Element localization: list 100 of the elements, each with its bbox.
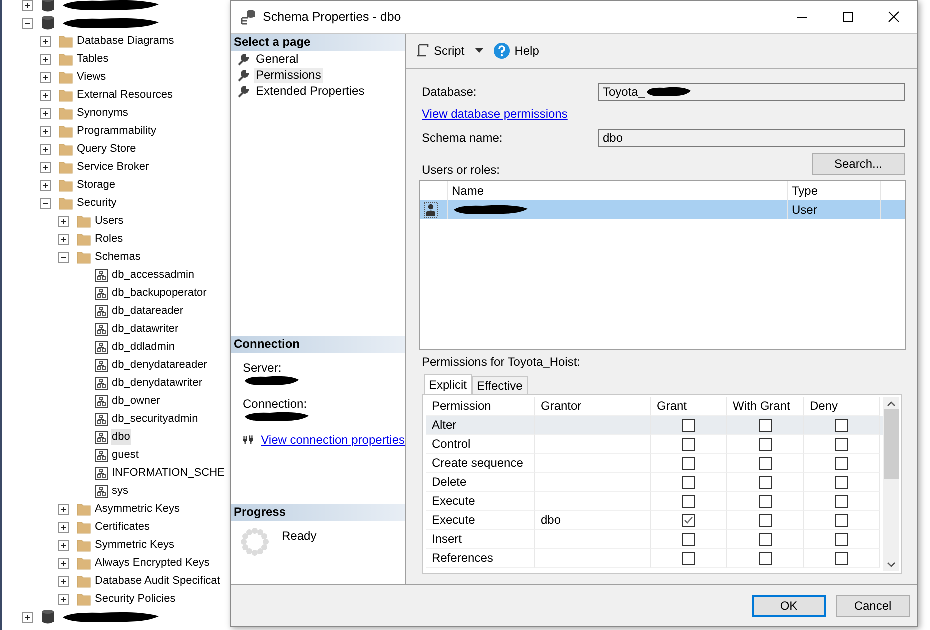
tree-item[interactable]: Programmability [76,123,158,139]
tree-item[interactable]: External Resources [76,87,174,103]
expand-icon[interactable] [40,126,51,136]
permission-row[interactable]: Execute dbo [426,511,883,530]
expand-icon[interactable] [58,504,69,514]
expand-icon[interactable] [58,594,69,604]
tree-item[interactable]: Asymmetric Keys [94,501,181,517]
checkbox[interactable] [835,532,848,546]
tree-item[interactable]: Roles [94,231,124,247]
expand-icon[interactable] [40,108,51,118]
checkbox[interactable] [682,456,695,470]
permissions-link[interactable]: View database permissions [422,106,568,122]
page-item[interactable]: Extended Properties [254,84,367,98]
expand-icon[interactable] [40,36,51,46]
connection-link[interactable]: View connection properties [261,433,405,447]
expand-icon[interactable] [22,612,33,622]
permission-row[interactable]: References [426,549,883,568]
tree-item[interactable]: db_datareader [111,303,185,319]
checkbox[interactable] [835,494,848,508]
checkbox[interactable] [682,418,695,432]
dropdown-arrow-icon[interactable] [474,48,484,54]
checkbox[interactable] [758,418,772,432]
tree-item[interactable]: Storage [76,177,117,193]
user-row[interactable]: User [420,200,905,219]
expand-icon[interactable] [58,216,69,226]
tree-item[interactable]: db_owner [111,393,162,409]
checkbox[interactable] [682,494,695,508]
tree-item[interactable]: Users [94,213,125,229]
expand-icon[interactable] [58,558,69,568]
permission-row[interactable]: Execute [426,492,883,511]
expand-icon[interactable] [22,0,33,10]
expand-icon[interactable] [40,162,51,172]
expand-icon[interactable] [58,540,69,550]
checkbox[interactable] [835,476,848,488]
checkbox[interactable] [758,438,772,450]
checkbox[interactable] [758,552,772,564]
tree-item[interactable]: db_datawriter [111,321,180,337]
scroll-down-icon[interactable] [886,562,896,568]
tree-item[interactable]: Security Policies [94,591,177,607]
permission-row[interactable]: Control [426,435,883,454]
tree-item[interactable]: INFORMATION_SCHE [111,465,226,481]
tree-item[interactable]: Certificates [94,519,152,535]
checkbox[interactable] [682,514,695,526]
tree-item[interactable]: db_ddladmin [111,339,176,355]
tree-item[interactable]: Synonyms [76,105,130,121]
tree-item[interactable]: Database Diagrams [76,33,176,49]
expand-icon[interactable] [58,576,69,586]
expand-icon[interactable] [40,90,51,100]
checkbox[interactable] [758,532,772,546]
checkbox[interactable] [835,514,848,526]
tab[interactable]: Explicit [424,374,472,394]
expand-icon[interactable] [40,144,51,154]
tab[interactable]: Effective [472,376,528,394]
tree-item[interactable]: db_denydatareader [111,357,208,373]
permission-row[interactable]: Create sequence [426,454,883,473]
checkbox[interactable] [835,552,848,564]
checkbox[interactable] [835,456,848,470]
tree-item[interactable]: Symmetric Keys [94,537,176,553]
tree-item[interactable]: sys [111,483,130,499]
dialog-button[interactable]: Cancel [836,594,910,616]
schema-name-field[interactable]: dbo [598,129,905,147]
checkbox[interactable] [682,532,695,546]
tree-item[interactable]: db_securityadmin [111,411,200,427]
tree-item[interactable]: db_denydatawriter [111,375,204,391]
checkbox[interactable] [758,494,772,508]
collapse-icon[interactable] [40,198,51,208]
tree-item[interactable]: Views [76,69,108,85]
checkbox[interactable] [758,476,772,488]
tree-item[interactable]: Schemas [94,249,142,265]
tree-item[interactable]: Service Broker [76,159,150,175]
page-item[interactable]: General [254,52,301,66]
checkbox[interactable] [835,438,848,450]
checkbox[interactable] [682,476,695,488]
tree-item[interactable]: Always Encrypted Keys [94,555,211,571]
help-button[interactable]: Help [492,42,542,60]
tree-item[interactable]: db_backupoperator [111,285,208,301]
expand-icon[interactable] [58,234,69,244]
dialog-button[interactable]: OK [752,594,826,616]
collapse-icon[interactable] [58,252,69,262]
script-button[interactable]: Script [414,43,467,59]
expand-icon[interactable] [40,54,51,64]
permission-row[interactable]: Insert [426,530,883,549]
checkbox[interactable] [682,552,695,564]
checkbox[interactable] [758,456,772,470]
permission-row[interactable]: Delete [426,473,883,492]
tree-item[interactable]: Security [76,195,118,211]
checkbox[interactable] [758,514,772,526]
database-field[interactable]: Toyota_ [598,83,905,101]
tree-item[interactable]: Query Store [76,141,138,157]
expand-icon[interactable] [40,72,51,82]
close-icon[interactable] [888,11,900,23]
tree-item[interactable]: dbo [111,429,132,445]
checkbox[interactable] [835,418,848,432]
tree-item[interactable]: Tables [76,51,110,67]
page-item[interactable]: Permissions [254,68,324,82]
tree-item[interactable]: guest [111,447,140,463]
tree-item[interactable]: db_accessadmin [111,267,196,283]
collapse-icon[interactable] [22,18,33,28]
scrollbar[interactable] [883,397,899,571]
expand-icon[interactable] [40,180,51,190]
